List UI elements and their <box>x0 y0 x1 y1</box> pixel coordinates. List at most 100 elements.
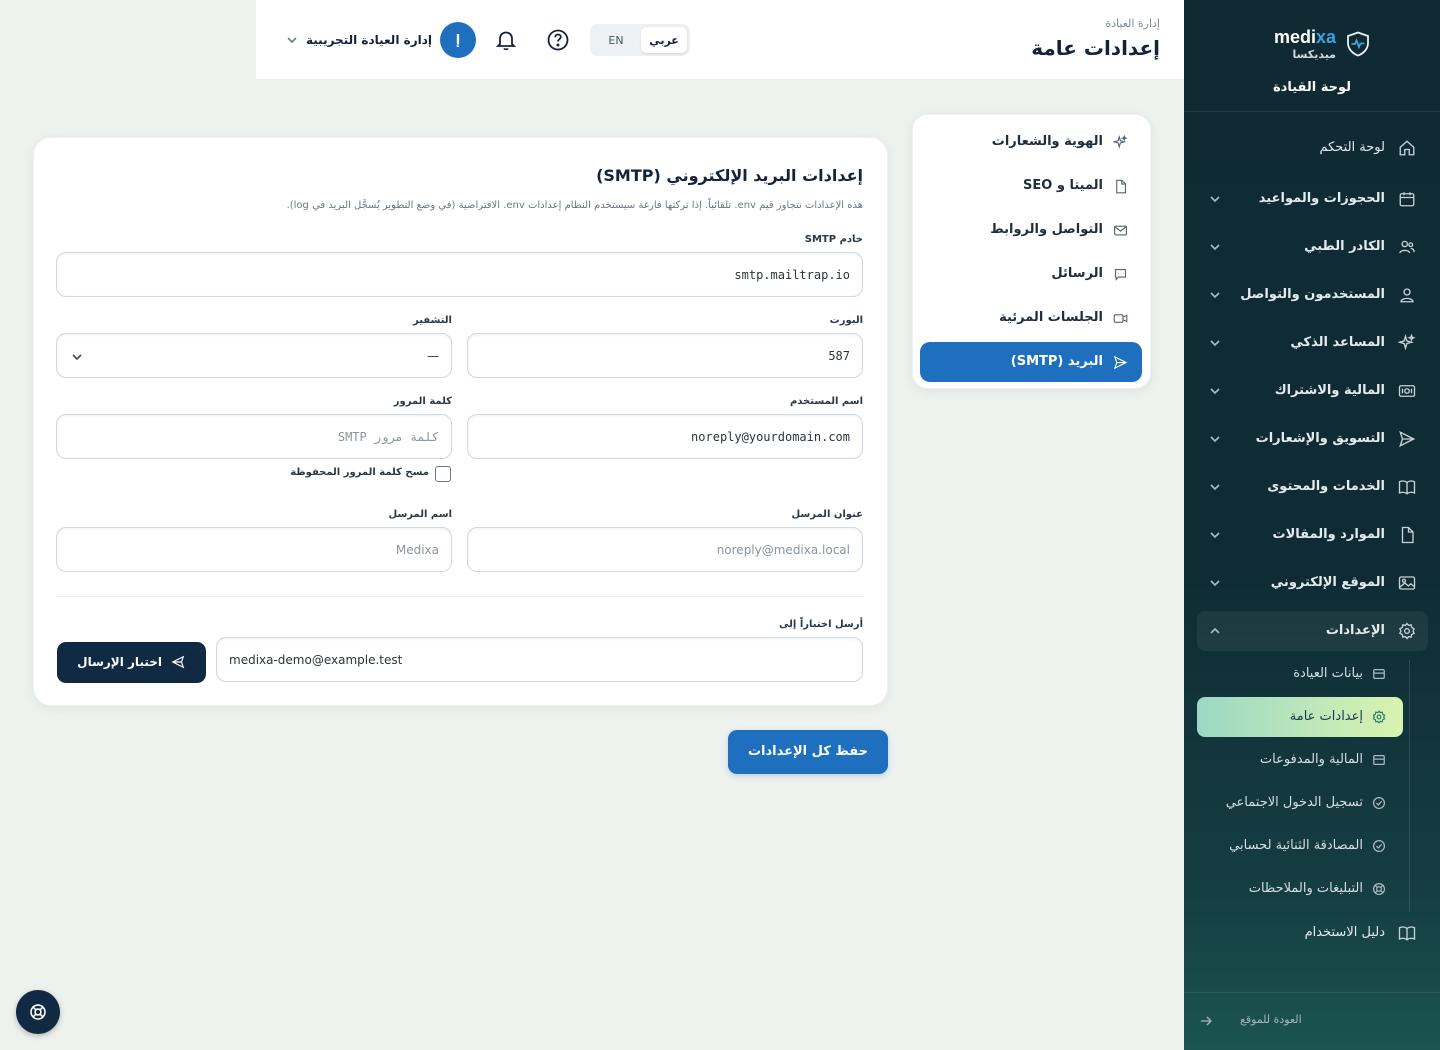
test-send-label: اختبار الإرسال <box>77 655 162 669</box>
sidebar-item-ai-assistant[interactable]: المساعد الذكي <box>1197 323 1428 363</box>
subnav-item-smtp[interactable]: البريد (SMTP) <box>920 342 1142 382</box>
book-icon <box>1398 926 1416 941</box>
brand-subtitle: لوحة القيادة <box>1272 80 1352 95</box>
sidebar-item-dashboard[interactable]: لوحة التحكم <box>1197 128 1428 168</box>
submenu-item-payments[interactable]: المالية والمدفوعات <box>1197 740 1403 780</box>
from-name-value: Medixa <box>395 543 439 557</box>
sidebar-item-label: دليل الاستخدام <box>1304 925 1385 940</box>
brand: medixa ميديكسا لوحة القيادة <box>1184 0 1440 112</box>
card-title: إعدادات البريد الإلكتروني (SMTP) <box>596 166 863 185</box>
from-address-value: noreply@medixa.local <box>716 543 850 557</box>
submenu-item-two-factor[interactable]: المصادقة الثنائية لحسابي <box>1197 826 1403 866</box>
lifebuoy-icon <box>1372 882 1386 896</box>
submenu-item-reports[interactable]: التبليغات والملاحظات <box>1197 869 1403 909</box>
submenu-item-label: إعدادات عامة <box>1289 709 1363 724</box>
subnav-item-label: البريد (SMTP) <box>1010 354 1103 369</box>
subnav-item-contact[interactable]: التواصل والروابط <box>920 210 1142 250</box>
lang-ar-button[interactable]: عربي <box>641 27 687 53</box>
sidebar-item-medical-staff[interactable]: الكادر الطبي <box>1197 227 1428 267</box>
brand-name-ar: ميديكسا <box>1292 48 1336 61</box>
username-input[interactable]: noreply@yourdomain.com <box>467 414 863 459</box>
breadcrumb[interactable]: إدارة العيادة <box>1105 17 1160 30</box>
help-icon[interactable] <box>546 28 570 52</box>
submenu-item-clinic-data[interactable]: بيانات العيادة <box>1197 654 1403 694</box>
sidebar-item-services[interactable]: الخدمات والمحتوى <box>1197 467 1428 507</box>
sidebar-item-label: المساعد الذكي <box>1290 335 1385 350</box>
send-icon <box>1113 355 1128 370</box>
sidebar-item-marketing[interactable]: التسويق والإشعارات <box>1197 419 1428 459</box>
top-bar: إدارة العيادة إعدادات عامة EN عربي إ إدا… <box>256 0 1184 80</box>
encryption-value: — <box>427 349 439 363</box>
check-circle-icon <box>1372 796 1386 810</box>
chevron-down-icon <box>1210 340 1220 347</box>
sidebar-item-resources[interactable]: الموارد والمقالات <box>1197 515 1428 555</box>
send-icon <box>1399 430 1416 448</box>
port-label: البورت <box>829 315 863 326</box>
submenu-item-social-login[interactable]: تسجيل الدخول الاجتماعي <box>1197 783 1403 823</box>
user-icon <box>1400 288 1414 303</box>
settings-subnav: الهوية والشعارات الميتا و SEO التواصل وا… <box>912 114 1151 389</box>
logo[interactable]: medixa ميديكسا <box>1274 28 1370 60</box>
submenu-line <box>1409 660 1410 912</box>
back-to-site-link[interactable]: العودة للموقع <box>1184 992 1440 1050</box>
from-name-input[interactable]: Medixa <box>56 527 452 572</box>
password-input[interactable]: كلمة مرور SMTP <box>56 414 452 459</box>
chevron-down-icon <box>72 354 82 361</box>
submenu-item-general-settings[interactable]: إعدادات عامة <box>1197 697 1403 737</box>
test-email-value: medixa-demo@example.test <box>229 653 403 667</box>
sidebar-item-label: الموارد والمقالات <box>1272 527 1385 542</box>
chevron-down-icon <box>1210 196 1220 203</box>
subnav-item-messages[interactable]: الرسائل <box>920 254 1142 294</box>
chevron-down-icon <box>1210 436 1220 443</box>
lang-en-button[interactable]: EN <box>593 27 639 53</box>
encryption-label: التشفير <box>413 315 452 326</box>
sidebar-item-website[interactable]: الموقع الإلكتروني <box>1197 563 1428 603</box>
brand-name-main: medi <box>1273 27 1316 47</box>
username-label: اسم المستخدم <box>789 396 863 407</box>
sidebar-item-guide[interactable]: دليل الاستخدام <box>1197 913 1428 953</box>
arrow-right-icon <box>1201 1016 1212 1026</box>
gear-icon <box>1398 622 1416 640</box>
subnav-item-branding[interactable]: الهوية والشعارات <box>920 122 1142 162</box>
sidebar-item-bookings[interactable]: الحجوزات والمواعيد <box>1197 179 1428 219</box>
avatar: إ <box>439 22 476 58</box>
user-menu[interactable]: إ إدارة العيادة التجريبية <box>286 22 476 58</box>
sidebar-item-settings[interactable]: الإعدادات <box>1197 611 1428 651</box>
password-placeholder: كلمة مرور SMTP <box>337 430 439 444</box>
host-input[interactable]: smtp.mailtrap.io <box>56 252 863 297</box>
card-description: هذه الإعدادات تتجاوز قيم env. تلقائياً. … <box>286 200 863 211</box>
submenu-item-label: المالية والمدفوعات <box>1259 752 1363 767</box>
host-value: smtp.mailtrap.io <box>734 268 850 282</box>
test-email-input[interactable]: medixa-demo@example.test <box>216 637 863 682</box>
subnav-item-seo[interactable]: الميتا و SEO <box>920 166 1142 206</box>
video-icon <box>1113 314 1128 323</box>
chevron-down-icon <box>1210 388 1220 395</box>
chat-icon <box>1114 268 1127 281</box>
password-label: كلمة المرور <box>393 396 452 407</box>
port-input[interactable]: 587 <box>467 333 863 378</box>
users-icon <box>1399 240 1415 254</box>
chevron-down-icon <box>287 37 297 44</box>
save-all-button[interactable]: حفظ كل الإعدادات <box>728 730 888 774</box>
chevron-down-icon <box>1210 532 1220 539</box>
gear-icon <box>1372 710 1386 724</box>
sidebar: medixa ميديكسا لوحة القيادة لوحة التحكم … <box>1184 0 1440 1050</box>
test-send-button[interactable]: اختبار الإرسال <box>57 642 206 683</box>
page-title: إعدادات عامة <box>1031 36 1160 60</box>
home-icon <box>1399 140 1415 156</box>
encryption-select[interactable]: — <box>56 333 452 378</box>
bell-icon[interactable] <box>494 28 518 52</box>
sparkles-icon <box>1113 135 1128 149</box>
submenu-item-label: تسجيل الدخول الاجتماعي <box>1225 795 1363 810</box>
subnav-item-video[interactable]: الجلسات المرئية <box>920 298 1142 338</box>
from-address-input[interactable]: noreply@medixa.local <box>467 527 863 572</box>
chevron-down-icon <box>1210 244 1220 251</box>
sidebar-item-users[interactable]: المستخدمون والتواصل <box>1197 275 1428 315</box>
shield-heart-icon <box>1347 31 1369 57</box>
support-button[interactable] <box>16 990 60 1034</box>
brand-name-accent: xa <box>1315 27 1336 47</box>
sidebar-item-finance[interactable]: المالية والاشتراك <box>1197 371 1428 411</box>
sidebar-item-label: المستخدمون والتواصل <box>1240 287 1385 302</box>
from-address-label: عنوان المرسل <box>791 509 864 520</box>
clear-password-checkbox[interactable] <box>435 466 451 482</box>
